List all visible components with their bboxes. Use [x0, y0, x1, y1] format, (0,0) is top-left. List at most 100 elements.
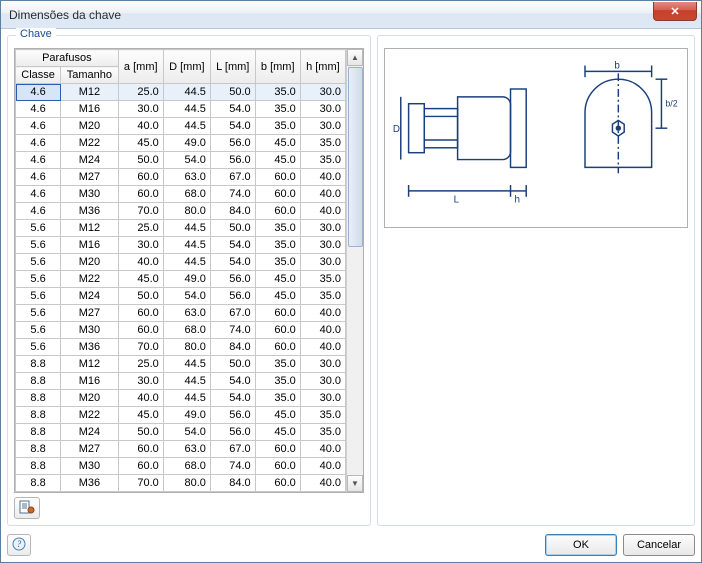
table-row[interactable]: 5.6M3060.068.074.060.040.0 [16, 322, 346, 339]
table-cell[interactable]: 67.0 [210, 305, 255, 322]
table-cell[interactable]: 56.0 [210, 424, 255, 441]
table-row[interactable]: 8.8M2450.054.056.045.035.0 [16, 424, 346, 441]
col-d[interactable]: D [mm] [163, 50, 210, 84]
table-row[interactable]: 8.8M1225.044.550.035.030.0 [16, 356, 346, 373]
table-cell[interactable]: M24 [61, 152, 119, 169]
table-cell[interactable]: 40.0 [118, 254, 163, 271]
scroll-thumb[interactable] [348, 67, 363, 247]
col-tamanho[interactable]: Tamanho [61, 67, 119, 84]
table-cell[interactable]: 4.6 [16, 118, 61, 135]
table-cell[interactable]: 44.5 [163, 84, 210, 101]
ok-button[interactable]: OK [545, 534, 617, 556]
table-cell[interactable]: 45.0 [255, 271, 300, 288]
table-cell[interactable]: 8.8 [16, 373, 61, 390]
table-cell[interactable]: 5.6 [16, 288, 61, 305]
table-cell[interactable]: 45.0 [118, 135, 163, 152]
table-row[interactable]: 4.6M1630.044.554.035.030.0 [16, 101, 346, 118]
table-cell[interactable]: M24 [61, 424, 119, 441]
table-cell[interactable]: 35.0 [300, 271, 345, 288]
table-cell[interactable]: 44.5 [163, 390, 210, 407]
table-cell[interactable]: 56.0 [210, 407, 255, 424]
table-cell[interactable]: 35.0 [255, 254, 300, 271]
table-cell[interactable]: 44.5 [163, 101, 210, 118]
table-cell[interactable]: 54.0 [163, 424, 210, 441]
table-cell[interactable]: 30.0 [300, 254, 345, 271]
table-cell[interactable]: 5.6 [16, 220, 61, 237]
table-cell[interactable]: 30.0 [300, 220, 345, 237]
table-cell[interactable]: 84.0 [210, 475, 255, 492]
table-cell[interactable]: M20 [61, 254, 119, 271]
table-cell[interactable]: 45.0 [255, 152, 300, 169]
table-cell[interactable]: 49.0 [163, 135, 210, 152]
table-cell[interactable]: 5.6 [16, 339, 61, 356]
table-cell[interactable]: 8.8 [16, 441, 61, 458]
table-cell[interactable]: 56.0 [210, 288, 255, 305]
table-cell[interactable]: 54.0 [163, 288, 210, 305]
table-cell[interactable]: M16 [61, 101, 119, 118]
table-cell[interactable]: M30 [61, 322, 119, 339]
table-cell[interactable]: 50.0 [118, 424, 163, 441]
table-row[interactable]: 8.8M3670.080.084.060.040.0 [16, 475, 346, 492]
cancel-button[interactable]: Cancelar [623, 534, 695, 556]
table-cell[interactable]: 5.6 [16, 322, 61, 339]
table-row[interactable]: 8.8M1630.044.554.035.030.0 [16, 373, 346, 390]
table-cell[interactable]: 50.0 [118, 288, 163, 305]
table-cell[interactable]: 45.0 [118, 407, 163, 424]
table-cell[interactable]: 60.0 [118, 169, 163, 186]
table-row[interactable]: 4.6M2040.044.554.035.030.0 [16, 118, 346, 135]
table-cell[interactable]: 30.0 [300, 356, 345, 373]
table-cell[interactable]: 25.0 [118, 84, 163, 101]
table-cell[interactable]: 35.0 [255, 356, 300, 373]
table-cell[interactable]: 50.0 [210, 356, 255, 373]
table-cell[interactable]: 40.0 [300, 169, 345, 186]
table-row[interactable]: 5.6M1225.044.550.035.030.0 [16, 220, 346, 237]
table-cell[interactable]: M22 [61, 407, 119, 424]
table-cell[interactable]: 35.0 [255, 373, 300, 390]
table-cell[interactable]: M24 [61, 288, 119, 305]
table-cell[interactable]: 4.6 [16, 169, 61, 186]
table-cell[interactable]: 68.0 [163, 186, 210, 203]
table-cell[interactable]: 70.0 [118, 339, 163, 356]
table-cell[interactable]: 40.0 [300, 322, 345, 339]
table-cell[interactable]: 70.0 [118, 475, 163, 492]
table-cell[interactable]: 60.0 [118, 458, 163, 475]
table-cell[interactable]: 80.0 [163, 475, 210, 492]
table-cell[interactable]: 60.0 [118, 441, 163, 458]
table-cell[interactable]: 44.5 [163, 118, 210, 135]
table-row[interactable]: 5.6M2450.054.056.045.035.0 [16, 288, 346, 305]
table-cell[interactable]: 35.0 [255, 101, 300, 118]
vertical-scrollbar[interactable]: ▲ ▼ [346, 49, 363, 492]
table-cell[interactable]: 40.0 [300, 458, 345, 475]
table-cell[interactable]: 60.0 [255, 203, 300, 220]
table-cell[interactable]: 49.0 [163, 407, 210, 424]
table-cell[interactable]: M27 [61, 305, 119, 322]
table-cell[interactable]: 45.0 [118, 271, 163, 288]
table-cell[interactable]: 4.6 [16, 84, 61, 101]
table-row[interactable]: 8.8M3060.068.074.060.040.0 [16, 458, 346, 475]
table-cell[interactable]: M16 [61, 237, 119, 254]
table-cell[interactable]: 54.0 [210, 237, 255, 254]
table-cell[interactable]: 56.0 [210, 271, 255, 288]
table-cell[interactable]: M30 [61, 186, 119, 203]
table-cell[interactable]: 35.0 [300, 288, 345, 305]
table-cell[interactable]: 35.0 [300, 152, 345, 169]
table-cell[interactable]: 8.8 [16, 390, 61, 407]
table-row[interactable]: 4.6M2760.063.067.060.040.0 [16, 169, 346, 186]
table-cell[interactable]: 63.0 [163, 169, 210, 186]
table-cell[interactable]: 60.0 [118, 322, 163, 339]
table-cell[interactable]: 30.0 [118, 373, 163, 390]
table-cell[interactable]: 54.0 [163, 152, 210, 169]
table-cell[interactable]: 74.0 [210, 458, 255, 475]
table-row[interactable]: 4.6M2245.049.056.045.035.0 [16, 135, 346, 152]
table-cell[interactable]: 40.0 [118, 118, 163, 135]
table-cell[interactable]: 30.0 [300, 84, 345, 101]
table-cell[interactable]: 40.0 [300, 305, 345, 322]
table-cell[interactable]: M22 [61, 135, 119, 152]
table-cell[interactable]: 35.0 [300, 135, 345, 152]
table-cell[interactable]: 50.0 [210, 220, 255, 237]
table-cell[interactable]: 60.0 [255, 458, 300, 475]
table-cell[interactable]: M36 [61, 475, 119, 492]
table-cell[interactable]: 44.5 [163, 220, 210, 237]
table-cell[interactable]: 44.5 [163, 254, 210, 271]
table-row[interactable]: 4.6M3670.080.084.060.040.0 [16, 203, 346, 220]
